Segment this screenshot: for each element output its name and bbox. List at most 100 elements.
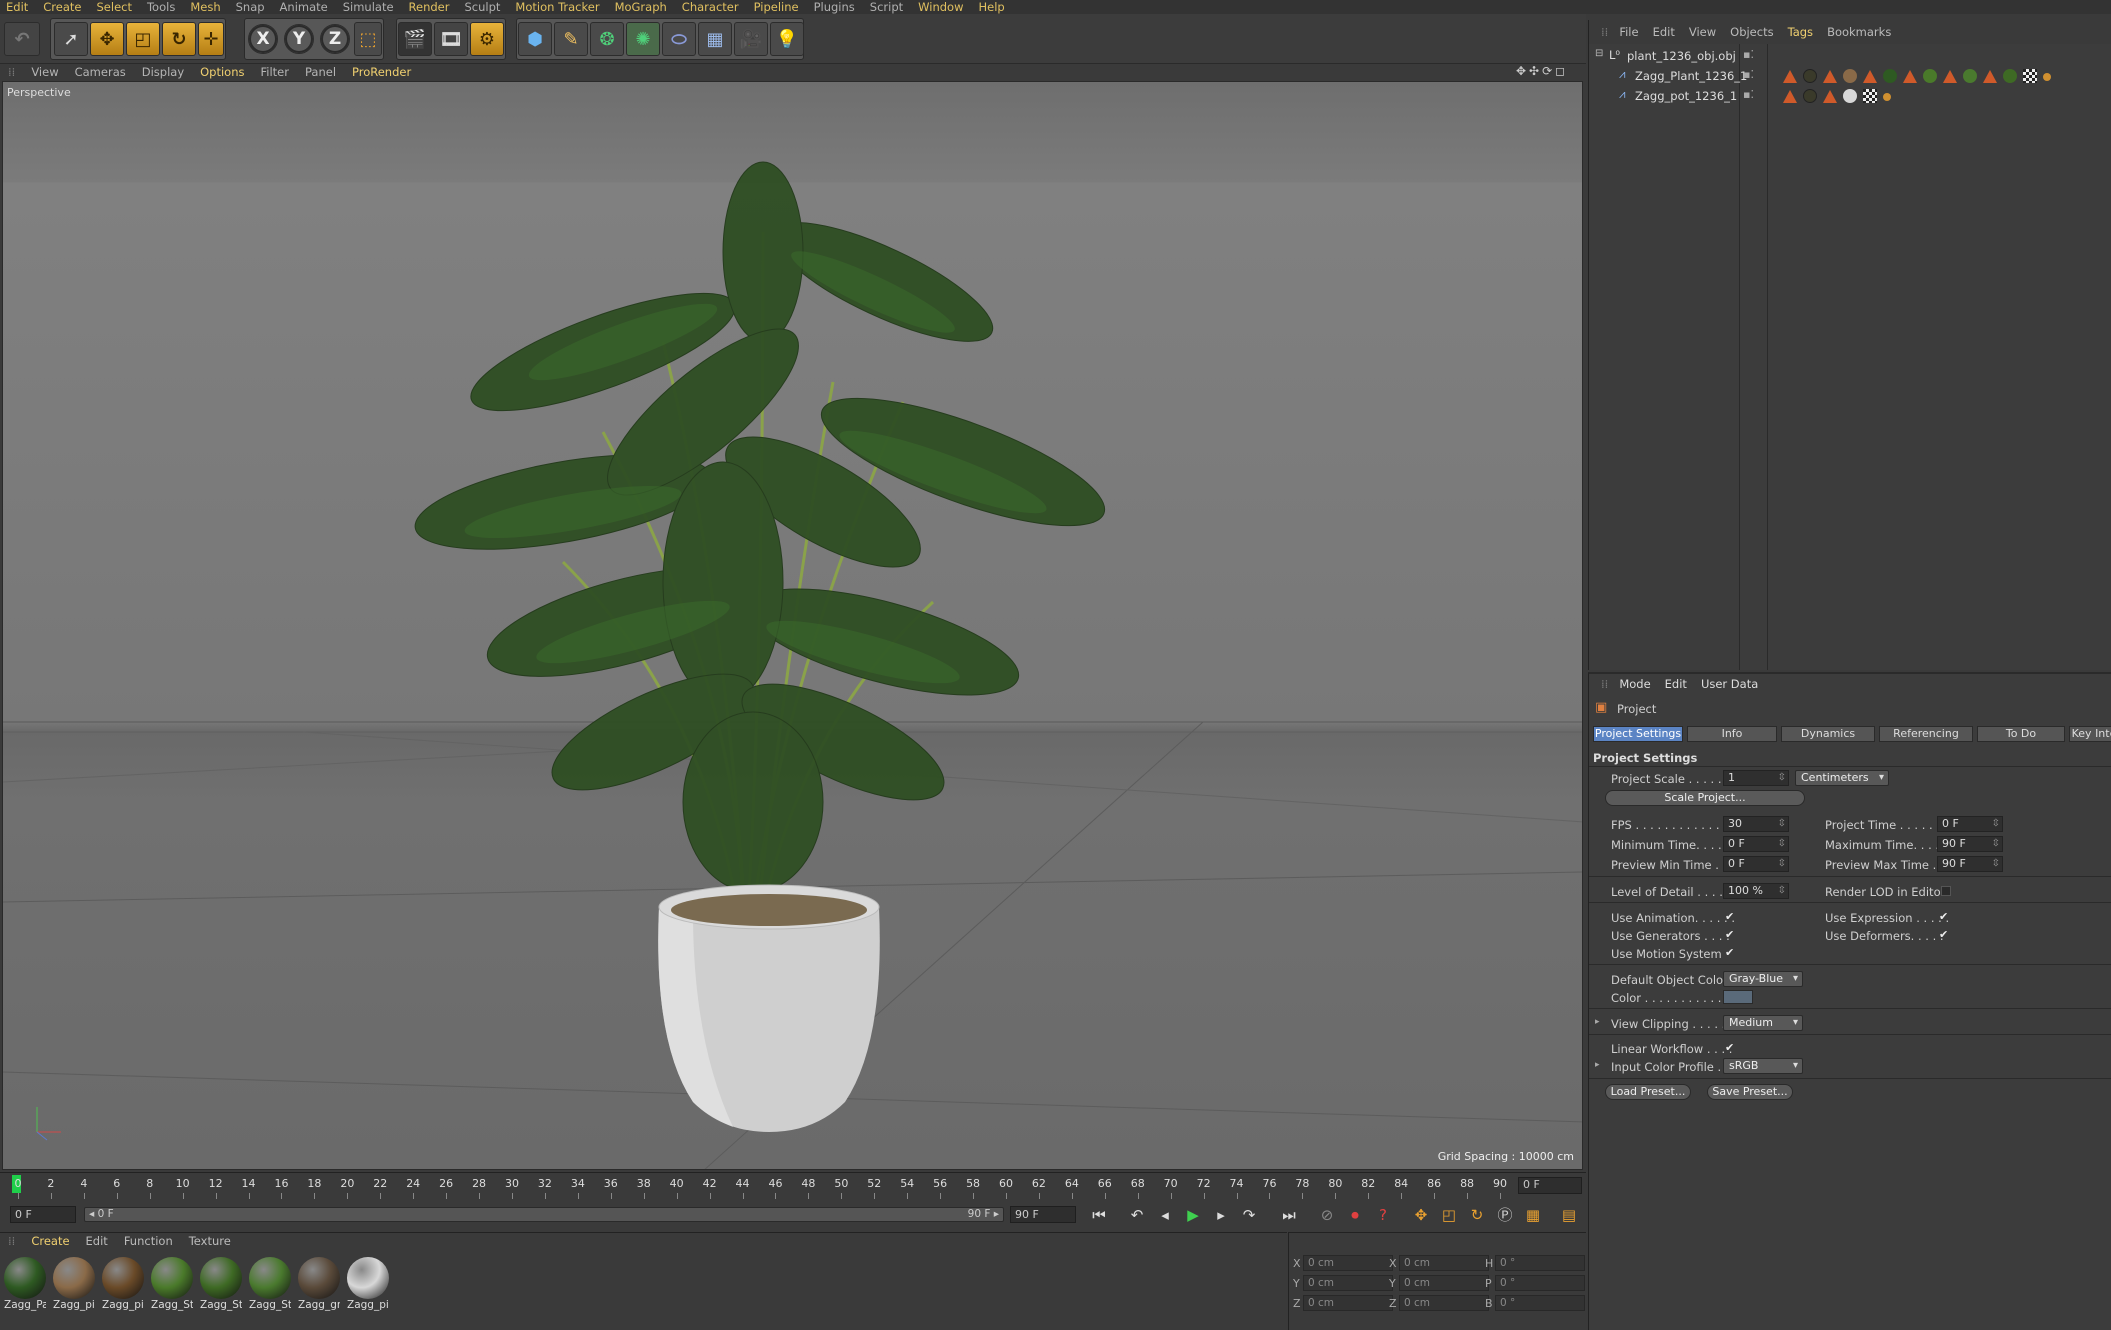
z-axis-button[interactable]: Z bbox=[320, 24, 350, 54]
deformer-icon[interactable]: ⬭ bbox=[662, 22, 696, 56]
menu-item[interactable]: Create bbox=[37, 0, 90, 14]
object-row[interactable]: ⩘ Zagg_Plant_1236_1 ▪⁚ bbox=[1589, 66, 2111, 86]
input-color-profile-dropdown[interactable]: sRGB bbox=[1723, 1058, 1803, 1074]
use-deformers-checkbox[interactable]: ✔ bbox=[1939, 929, 1950, 940]
viewport-menu-item[interactable]: Panel bbox=[297, 65, 344, 79]
menu-item[interactable]: Help bbox=[973, 0, 1014, 14]
render-picture-viewer-icon[interactable]: 🎞 bbox=[434, 22, 468, 56]
start-frame-field[interactable]: 0 F bbox=[10, 1206, 76, 1223]
material-swatch[interactable]: Zagg_St bbox=[249, 1257, 293, 1311]
menu-item[interactable]: Script bbox=[864, 0, 912, 14]
key-scale-icon[interactable]: ◰ bbox=[1438, 1204, 1460, 1226]
x-axis-button[interactable]: X bbox=[248, 24, 278, 54]
attribute-tab[interactable]: Referencing bbox=[1879, 726, 1973, 742]
object-menu-item[interactable]: Tags bbox=[1781, 25, 1820, 39]
menu-item[interactable]: Mesh bbox=[184, 0, 229, 14]
preview-max-input[interactable]: 90 F bbox=[1937, 856, 2003, 872]
project-time-input[interactable]: 0 F bbox=[1937, 816, 2003, 832]
key-param-icon[interactable]: Ⓟ bbox=[1494, 1204, 1516, 1226]
attribute-tab[interactable]: To Do bbox=[1977, 726, 2065, 742]
attribute-tab[interactable]: Key Inte bbox=[2069, 726, 2111, 742]
viewport-menu-item[interactable]: Options bbox=[192, 65, 252, 79]
timeline-window-icon[interactable]: ▤ bbox=[1558, 1204, 1580, 1226]
menu-item[interactable]: Render bbox=[403, 0, 459, 14]
cube-icon[interactable]: ⬢ bbox=[518, 22, 552, 56]
material-swatch[interactable]: Zagg_St bbox=[151, 1257, 195, 1311]
undo-icon[interactable]: ↶ bbox=[4, 22, 40, 56]
go-to-start-icon[interactable]: ⏮ bbox=[1088, 1204, 1110, 1226]
key-pla-icon[interactable]: ▦ bbox=[1522, 1204, 1544, 1226]
attribute-tab[interactable]: Project Settings bbox=[1593, 726, 1683, 742]
viewport-nav-icons[interactable]: ✥✣⟳◻ bbox=[1516, 64, 1568, 78]
coord-field[interactable]: 0 cm bbox=[1303, 1275, 1393, 1291]
attribute-menu-item[interactable]: Edit bbox=[1658, 677, 1694, 691]
object-menu-item[interactable]: Objects bbox=[1723, 25, 1780, 39]
attribute-menu-item[interactable]: Mode bbox=[1612, 677, 1657, 691]
render-view-icon[interactable]: 🎬 bbox=[398, 22, 432, 56]
menu-item[interactable]: Plugins bbox=[808, 0, 864, 14]
coord-field[interactable]: 0 cm bbox=[1399, 1275, 1489, 1291]
menu-item[interactable]: Animate bbox=[274, 0, 337, 14]
attribute-menu-item[interactable]: User Data bbox=[1694, 677, 1765, 691]
transform-tool-icon[interactable]: ✛ bbox=[198, 22, 224, 56]
menu-item[interactable]: Tools bbox=[141, 0, 184, 14]
menu-item[interactable]: Pipeline bbox=[748, 0, 808, 14]
object-menu-item[interactable]: File bbox=[1612, 25, 1645, 39]
menu-item[interactable]: Motion Tracker bbox=[509, 0, 608, 14]
material-swatch[interactable]: Zagg_pi bbox=[102, 1257, 146, 1311]
object-menu-item[interactable]: View bbox=[1682, 25, 1723, 39]
render-lod-checkbox[interactable] bbox=[1941, 886, 1951, 896]
use-motion-checkbox[interactable]: ✔ bbox=[1725, 947, 1736, 958]
material-menu-item[interactable]: Create bbox=[23, 1234, 77, 1248]
scale-project-button[interactable]: Scale Project... bbox=[1605, 790, 1805, 806]
previous-frame-icon[interactable]: ◂ bbox=[1154, 1204, 1176, 1226]
coord-field[interactable]: 0 cm bbox=[1303, 1255, 1393, 1271]
material-tags[interactable] bbox=[1783, 69, 2051, 83]
viewport-menu-item[interactable]: ProRender bbox=[344, 65, 419, 79]
perspective-viewport[interactable]: Perspective Grid Spacing: 10000 cm bbox=[2, 81, 1583, 1170]
end-frame-field[interactable]: 90 F bbox=[1010, 1206, 1076, 1223]
record-keys-icon[interactable]: ⊘ bbox=[1316, 1204, 1338, 1226]
object-row[interactable]: ⩘ Zagg_pot_1236_1 ▪⁚ bbox=[1589, 86, 2111, 106]
timeline-ruler[interactable]: 0 2 4 6 8 10 12 14 16 18 20 22 24 26 28 30 32 34 36 38 40 42 4… bbox=[0, 1172, 1586, 1200]
view-clipping-dropdown[interactable]: Medium bbox=[1723, 1015, 1803, 1031]
current-frame-field[interactable]: 0 F bbox=[1518, 1177, 1582, 1194]
coord-field[interactable]: 0 cm bbox=[1303, 1295, 1393, 1311]
scale-tool-icon[interactable]: ◰ bbox=[126, 22, 160, 56]
viewport-menu-item[interactable]: Filter bbox=[253, 65, 297, 79]
floor-icon[interactable]: ▦ bbox=[698, 22, 732, 56]
menu-item[interactable]: MoGraph bbox=[609, 0, 676, 14]
autokey-icon[interactable]: ⏺ bbox=[1344, 1204, 1366, 1226]
material-menu-item[interactable]: Edit bbox=[78, 1234, 116, 1248]
material-swatch[interactable]: Zagg_gr bbox=[298, 1257, 342, 1311]
collapse-icon[interactable]: ⊟ bbox=[1595, 48, 1603, 59]
object-menu-item[interactable]: Edit bbox=[1646, 25, 1682, 39]
render-settings-icon[interactable]: ⚙ bbox=[470, 22, 504, 56]
use-generators-checkbox[interactable]: ✔ bbox=[1725, 929, 1736, 940]
coord-field[interactable]: 0 ° bbox=[1495, 1275, 1585, 1291]
material-menu-item[interactable]: Function bbox=[116, 1234, 181, 1248]
expand-arrow-icon[interactable]: ▸ bbox=[1595, 1060, 1600, 1070]
use-animation-checkbox[interactable]: ✔ bbox=[1725, 911, 1736, 922]
key-rotation-icon[interactable]: ↻ bbox=[1466, 1204, 1488, 1226]
viewport-menu-item[interactable]: View bbox=[23, 65, 66, 79]
menu-item[interactable]: Window bbox=[912, 0, 972, 14]
key-position-icon[interactable]: ✥ bbox=[1410, 1204, 1432, 1226]
object-row[interactable]: ⊟ L⁰ plant_1236_obj.obj ▪⁚ bbox=[1589, 46, 2111, 66]
coordinate-system-icon[interactable]: ⬚ bbox=[354, 22, 382, 56]
y-axis-button[interactable]: Y bbox=[284, 24, 314, 54]
go-to-end-icon[interactable]: ⏭ bbox=[1278, 1204, 1300, 1226]
material-swatch[interactable]: Zagg_Pa bbox=[4, 1257, 48, 1311]
next-key-icon[interactable]: ↷ bbox=[1238, 1204, 1260, 1226]
load-preset-button[interactable]: Load Preset... bbox=[1605, 1084, 1691, 1100]
attribute-tab[interactable]: Info bbox=[1687, 726, 1777, 742]
menu-item[interactable]: Edit bbox=[0, 0, 37, 14]
save-preset-button[interactable]: Save Preset... bbox=[1707, 1084, 1793, 1100]
frame-range-slider[interactable]: ◂ 0 F 90 F ▸ bbox=[84, 1207, 1004, 1222]
max-time-input[interactable]: 90 F bbox=[1937, 836, 2003, 852]
lod-input[interactable]: 100 % bbox=[1723, 883, 1789, 899]
visibility-icon[interactable]: ▪⁚ bbox=[1743, 68, 1754, 81]
key-help-icon[interactable]: ? bbox=[1372, 1204, 1394, 1226]
coord-field[interactable]: 0 cm bbox=[1399, 1295, 1489, 1311]
expand-arrow-icon[interactable]: ▸ bbox=[1595, 1017, 1600, 1027]
